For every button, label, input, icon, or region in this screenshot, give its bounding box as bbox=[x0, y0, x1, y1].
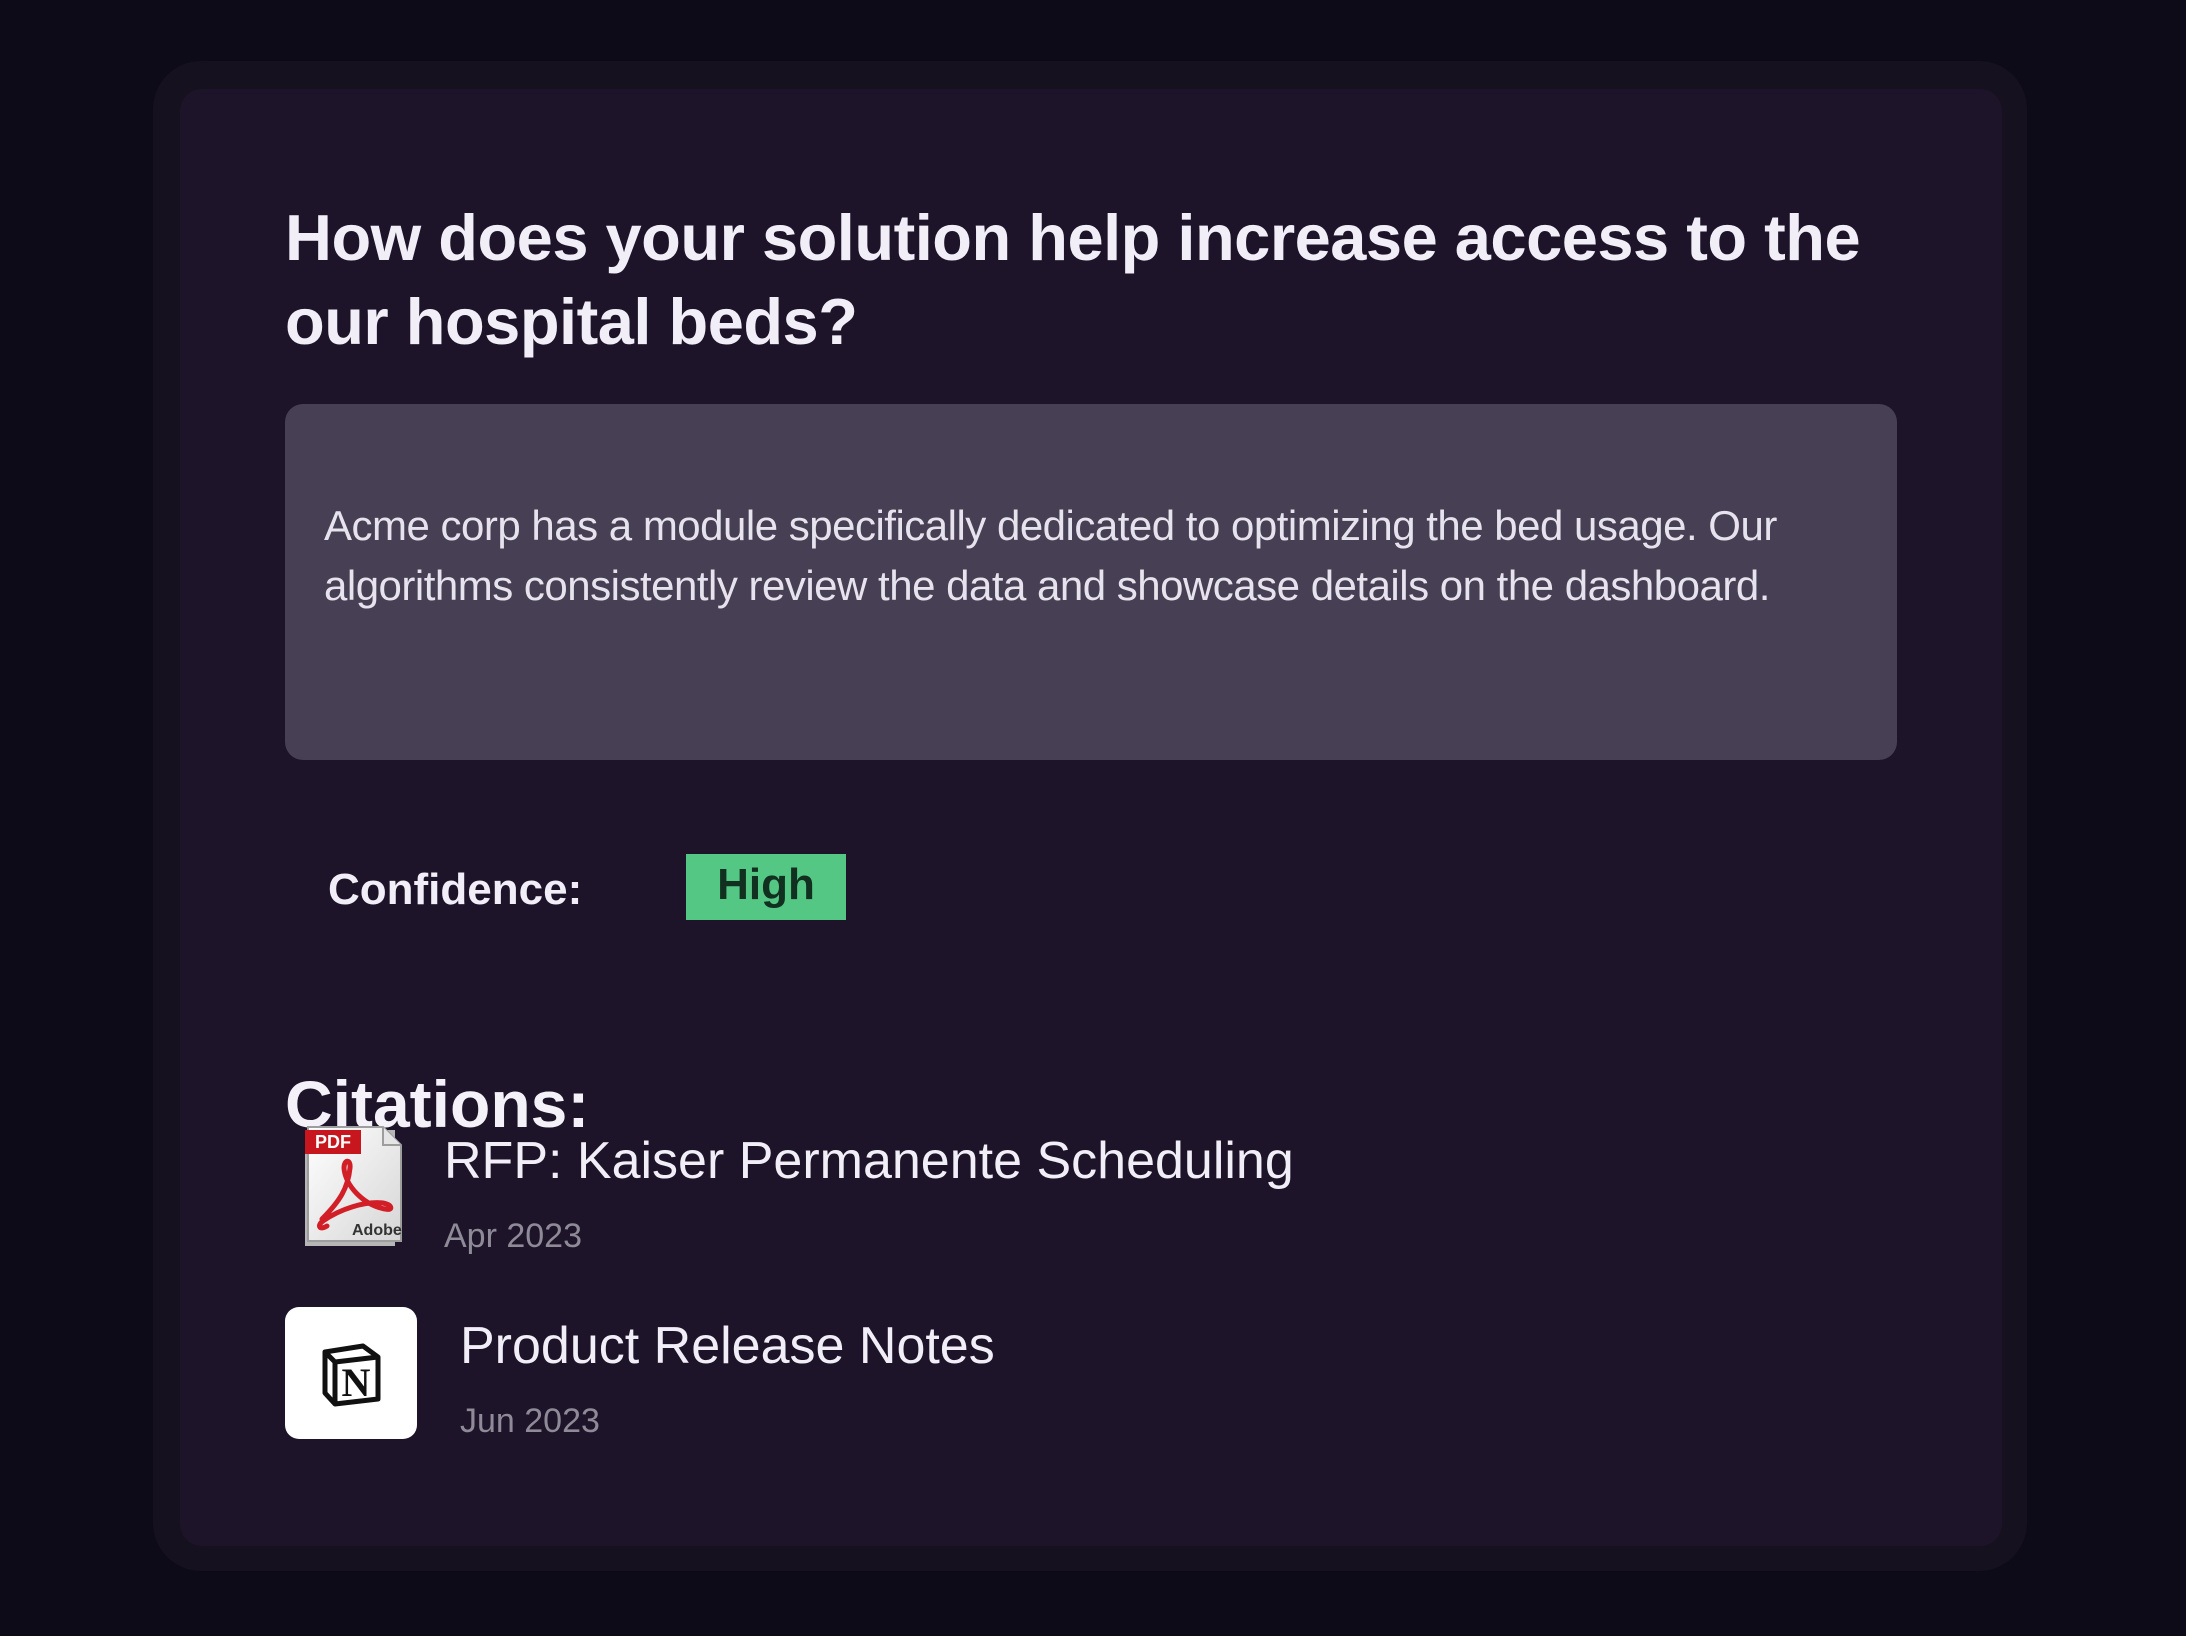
adobe-wordmark: Adobe bbox=[352, 1222, 402, 1239]
notion-logo: N bbox=[322, 1343, 381, 1407]
citation-date: Jun 2023 bbox=[460, 1402, 600, 1440]
citation-title[interactable]: Product Release Notes bbox=[460, 1315, 995, 1377]
citation-item-rfp[interactable]: PDF Adobe RFP: Kaiser Permanente Schedul… bbox=[285, 1120, 1845, 1260]
answer-box: Acme corp has a module specifically dedi… bbox=[285, 404, 1897, 760]
pdf-icon: PDF Adobe bbox=[305, 1126, 402, 1246]
answer-text: Acme corp has a module specifically dedi… bbox=[324, 502, 1777, 609]
confidence-label: Confidence: bbox=[328, 865, 583, 914]
question-title: How does your solution help increase acc… bbox=[285, 201, 1861, 358]
citation-date: Apr 2023 bbox=[444, 1217, 582, 1255]
citation-title[interactable]: RFP: Kaiser Permanente Scheduling bbox=[444, 1130, 1294, 1192]
confidence-badge: High bbox=[686, 854, 846, 920]
pdf-icon-label: PDF bbox=[315, 1132, 351, 1152]
notion-icon: N bbox=[285, 1307, 417, 1439]
citation-item-release-notes[interactable]: N Product Release Notes Jun 2023 bbox=[285, 1305, 1845, 1445]
notion-letter: N bbox=[342, 1360, 371, 1405]
